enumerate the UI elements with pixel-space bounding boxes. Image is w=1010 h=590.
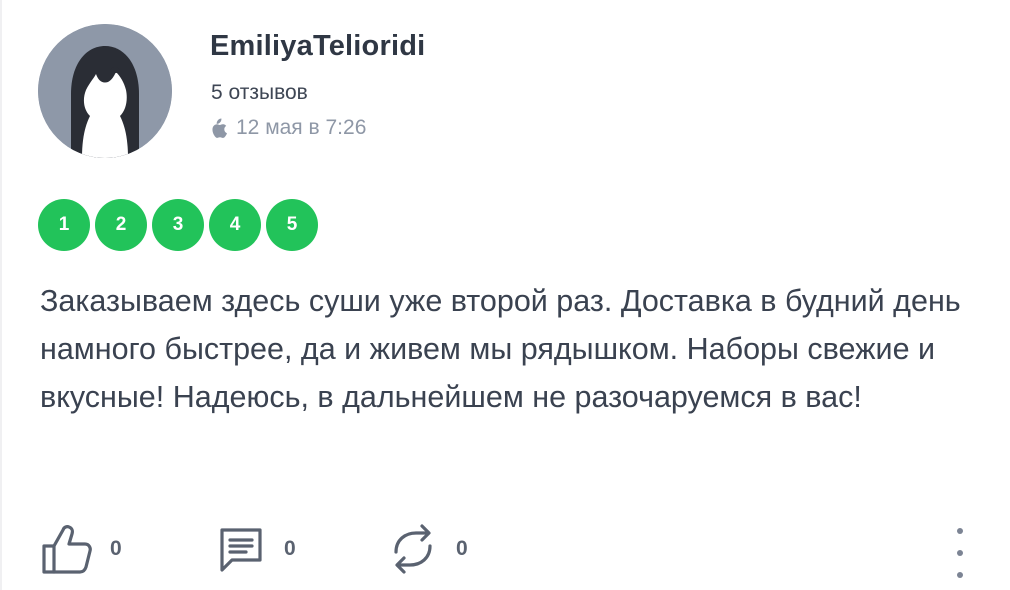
rating-item-2: 2 [95, 199, 147, 251]
repost-icon [394, 524, 432, 574]
review-card: EmiliyaTelioridi 5 отзывов 12 мая в 7:26… [0, 0, 1010, 590]
review-meta: 12 мая в 7:26 [209, 116, 366, 140]
author-reviews-count[interactable]: 5 отзывов [211, 81, 308, 105]
like-button[interactable]: 0 [40, 522, 122, 576]
comment-icon [220, 528, 262, 572]
rating-item-3: 3 [152, 199, 204, 251]
review-date: 12 мая в 7:26 [236, 116, 367, 139]
apple-icon [212, 118, 227, 138]
author-name[interactable]: EmiliyaTelioridi [210, 30, 425, 63]
likes-count: 0 [110, 537, 122, 560]
avatar[interactable] [38, 24, 172, 158]
user-silhouette-icon [38, 24, 172, 158]
rating-item-1: 1 [38, 199, 90, 251]
more-dot [957, 550, 963, 556]
reposts-count: 0 [456, 537, 468, 560]
more-dot [957, 528, 963, 534]
more-vertical-icon[interactable] [945, 528, 975, 578]
review-actions: 0 0 0 [40, 522, 975, 582]
repost-button[interactable]: 0 [386, 522, 468, 576]
rating-item-5: 5 [266, 199, 318, 251]
comment-button[interactable]: 0 [214, 522, 296, 576]
thumbs-up-icon [42, 525, 92, 574]
review-text: Заказываем здесь суши уже второй раз. До… [40, 284, 961, 414]
rating: 1 2 3 4 5 [38, 199, 323, 251]
rating-item-4: 4 [209, 199, 261, 251]
comments-count: 0 [284, 537, 296, 560]
more-dot [957, 572, 963, 578]
